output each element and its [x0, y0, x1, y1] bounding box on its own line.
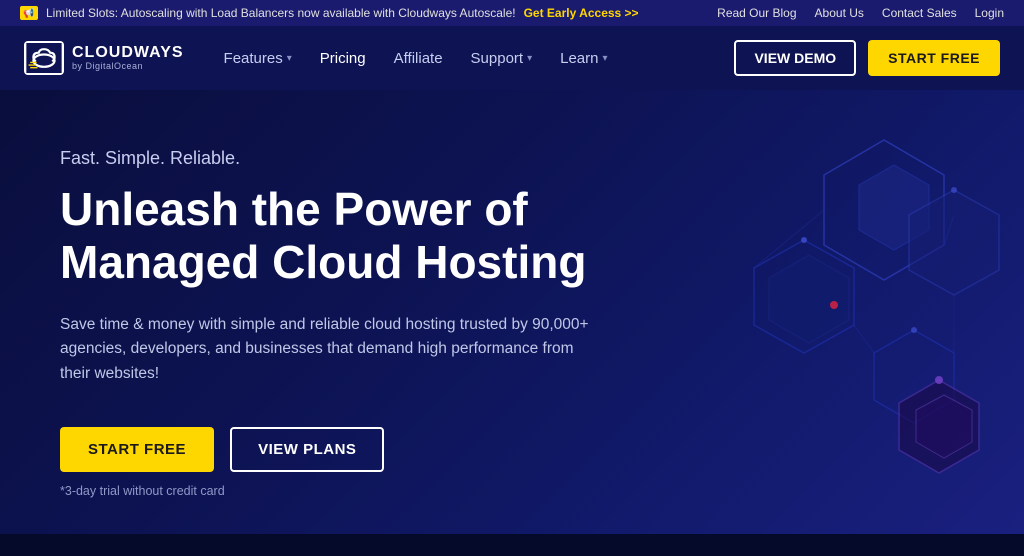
nav-links: Features ▾ Pricing Affiliate Support ▾ L…	[224, 50, 608, 67]
hero-start-free-button[interactable]: START FREE	[60, 427, 214, 472]
affiliate-label: Affiliate	[394, 50, 443, 67]
features-nav-item[interactable]: Features ▾	[224, 50, 292, 67]
brand-name: CLOUDWAYS	[72, 44, 184, 62]
main-navbar: CLOUDWAYS by DigitalOcean Features ▾ Pri…	[0, 26, 1024, 90]
trial-note: *3-day trial without credit card	[60, 484, 600, 498]
features-chevron-icon: ▾	[287, 53, 292, 64]
navbar-left: CLOUDWAYS by DigitalOcean Features ▾ Pri…	[24, 41, 608, 75]
logo-text: CLOUDWAYS by DigitalOcean	[72, 44, 184, 71]
navbar-right: VIEW DEMO START FREE	[734, 40, 1000, 76]
brand-sub: by DigitalOcean	[72, 62, 184, 72]
contact-sales-link[interactable]: Contact Sales	[882, 6, 957, 20]
read-blog-link[interactable]: Read Our Blog	[717, 6, 796, 20]
hero-section: Fast. Simple. Reliable. Unleash the Powe…	[0, 90, 1024, 556]
learn-nav-item[interactable]: Learn ▾	[560, 50, 607, 67]
logo[interactable]: CLOUDWAYS by DigitalOcean	[24, 41, 184, 75]
top-nav-links: Read Our Blog About Us Contact Sales Log…	[717, 6, 1004, 20]
hero-buttons: START FREE VIEW PLANS	[60, 427, 600, 472]
hero-view-plans-button[interactable]: VIEW PLANS	[230, 427, 384, 472]
hero-tagline: Fast. Simple. Reliable.	[60, 148, 600, 169]
learn-chevron-icon: ▾	[603, 53, 608, 64]
hero-description: Save time & money with simple and reliab…	[60, 313, 600, 387]
view-demo-button[interactable]: VIEW DEMO	[734, 40, 856, 76]
bottom-dark-bar	[0, 534, 1024, 556]
early-access-link[interactable]: Get Early Access >>	[524, 6, 639, 20]
top-bar: 📢 Limited Slots: Autoscaling with Load B…	[0, 0, 1024, 26]
login-link[interactable]: Login	[975, 6, 1004, 20]
hero-title: Unleash the Power of Managed Cloud Hosti…	[60, 183, 600, 289]
learn-label: Learn	[560, 50, 598, 67]
features-label: Features	[224, 50, 283, 67]
start-free-nav-button[interactable]: START FREE	[868, 40, 1000, 76]
support-label: Support	[471, 50, 524, 67]
pricing-nav-item[interactable]: Pricing	[320, 50, 366, 67]
announcement-area: 📢 Limited Slots: Autoscaling with Load B…	[20, 6, 639, 20]
support-chevron-icon: ▾	[527, 53, 532, 64]
hero-content: Fast. Simple. Reliable. Unleash the Powe…	[0, 148, 660, 498]
affiliate-nav-item[interactable]: Affiliate	[394, 50, 443, 67]
megaphone-icon: 📢	[20, 6, 38, 20]
logo-icon	[24, 41, 64, 75]
support-nav-item[interactable]: Support ▾	[471, 50, 533, 67]
about-us-link[interactable]: About Us	[815, 6, 864, 20]
announcement-text: Limited Slots: Autoscaling with Load Bal…	[46, 6, 516, 20]
pricing-label: Pricing	[320, 50, 366, 67]
